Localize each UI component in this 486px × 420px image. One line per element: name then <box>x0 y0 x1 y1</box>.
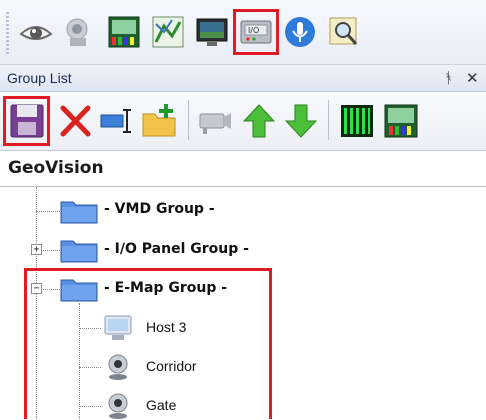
eye-icon[interactable] <box>18 14 54 50</box>
matrix-icon[interactable] <box>338 102 376 140</box>
map-icon[interactable] <box>150 14 186 50</box>
camera-3d-icon[interactable] <box>62 14 98 50</box>
tree-group-label[interactable]: - I/O Panel Group - <box>104 241 249 257</box>
move-up-icon[interactable] <box>240 102 278 140</box>
tree-group-label[interactable]: - VMD Group - <box>104 201 215 217</box>
folder-icon <box>60 240 98 263</box>
toolbar-separator <box>328 100 329 140</box>
camera-icon[interactable] <box>196 102 234 140</box>
pin-icon[interactable]: ᚬ <box>444 69 453 87</box>
monitor-icon[interactable] <box>194 14 230 50</box>
tree-line <box>41 250 60 251</box>
vmd-panel-icon[interactable] <box>106 14 142 50</box>
panel-header: Group List ᚬ ✕ <box>0 65 486 92</box>
emap-highlight <box>24 268 272 419</box>
group-tree: - VMD Group - + - I/O Panel Group - − - … <box>0 187 486 419</box>
new-folder-icon[interactable] <box>140 102 178 140</box>
delete-icon[interactable] <box>56 102 94 140</box>
tree-root[interactable]: GeoVision <box>0 152 486 187</box>
toolbar-grip[interactable] <box>6 12 9 54</box>
vmd-panel-icon[interactable] <box>382 102 420 140</box>
expand-toggle[interactable]: + <box>31 244 42 255</box>
search-icon[interactable] <box>326 14 362 50</box>
move-down-icon[interactable] <box>282 102 320 140</box>
toolbar-separator <box>188 100 189 140</box>
io-panel-highlight <box>233 9 279 55</box>
panel-title: Group List <box>7 70 72 86</box>
close-icon[interactable]: ✕ <box>466 69 479 87</box>
rename-icon[interactable] <box>98 102 136 140</box>
group-toolbar <box>0 92 486 151</box>
main-toolbar: I/O <box>0 0 486 65</box>
microphone-icon[interactable] <box>282 14 318 50</box>
tree-line <box>36 211 60 212</box>
save-highlight <box>3 96 50 146</box>
tree-root-label: GeoVision <box>8 158 104 178</box>
folder-icon <box>60 201 98 224</box>
